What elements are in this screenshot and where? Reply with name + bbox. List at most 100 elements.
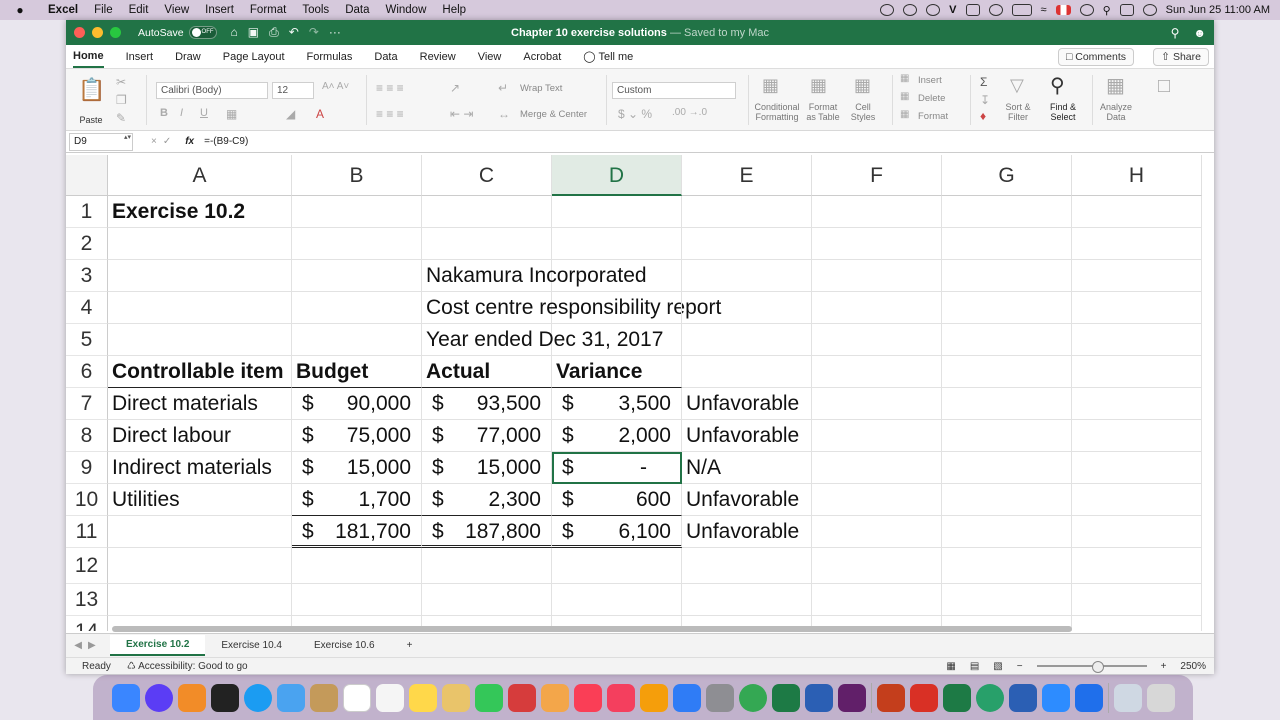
tab-home[interactable]: Home xyxy=(73,46,104,68)
orientation-icon[interactable]: ↗ xyxy=(450,81,460,95)
fill-icon[interactable]: ↧ xyxy=(980,93,990,107)
siri-icon[interactable] xyxy=(1142,4,1157,16)
cell-a4[interactable] xyxy=(108,292,292,324)
tab-page-layout[interactable]: Page Layout xyxy=(223,47,285,67)
row-header[interactable]: 4 xyxy=(66,292,108,324)
cell-f11[interactable] xyxy=(812,516,942,548)
calendar-icon[interactable] xyxy=(342,683,371,712)
cell-a12[interactable] xyxy=(108,548,292,584)
cell-g8[interactable] xyxy=(942,420,1072,452)
cell-a9[interactable]: Indirect materials xyxy=(108,452,292,484)
app-icon[interactable] xyxy=(975,683,1004,712)
cell-h1[interactable] xyxy=(1072,196,1202,228)
sync-icon[interactable] xyxy=(926,4,941,16)
tab-view[interactable]: View xyxy=(478,47,502,67)
cell-c13[interactable] xyxy=(422,584,552,616)
row-header[interactable]: 3 xyxy=(66,260,108,292)
launchpad-icon[interactable] xyxy=(177,683,206,712)
flag-icon[interactable] xyxy=(1055,5,1071,15)
tab-formulas[interactable]: Formulas xyxy=(307,47,353,67)
books-icon[interactable] xyxy=(639,683,668,712)
cell-d10[interactable]: $600 xyxy=(552,484,682,516)
paste-label[interactable]: Paste xyxy=(74,115,108,125)
cell-h13[interactable] xyxy=(1072,584,1202,616)
row-header[interactable]: 9 xyxy=(66,452,108,484)
record-icon[interactable] xyxy=(988,4,1003,16)
cell-c7[interactable]: $93,500 xyxy=(422,388,552,420)
align-left-icon[interactable]: ≡ ≡ ≡ xyxy=(376,107,404,121)
cell-a11[interactable] xyxy=(108,516,292,548)
column-header-a[interactable]: A xyxy=(108,155,292,196)
cell-a1[interactable]: Exercise 10.2 xyxy=(108,196,292,228)
app-icon-2[interactable] xyxy=(1074,683,1103,712)
format-cells-icon[interactable]: ▦ xyxy=(900,109,909,120)
search-icon[interactable]: ⚲ xyxy=(1171,26,1180,40)
cell-c1[interactable] xyxy=(422,196,552,228)
menubar-datetime[interactable]: Sun Jun 25 11:00 AM xyxy=(1166,4,1270,16)
cell-f12[interactable] xyxy=(812,548,942,584)
select-all-corner[interactable] xyxy=(66,155,108,196)
cell-h11[interactable] xyxy=(1072,516,1202,548)
cell-b8[interactable]: $75,000 xyxy=(292,420,422,452)
tab-review[interactable]: Review xyxy=(420,47,456,67)
cell-a2[interactable] xyxy=(108,228,292,260)
cell-b1[interactable] xyxy=(292,196,422,228)
menu-file[interactable]: File xyxy=(86,4,121,16)
cell-d8[interactable]: $2,000 xyxy=(552,420,682,452)
tab-acrobat[interactable]: Acrobat xyxy=(523,47,561,67)
page-break-view-icon[interactable]: ▧ xyxy=(993,661,1002,672)
row-header[interactable]: 2 xyxy=(66,228,108,260)
find-select-label[interactable]: Find & Select xyxy=(1042,102,1084,122)
battery-icon[interactable] xyxy=(1011,4,1032,16)
indent-icon[interactable]: ⇤ ⇥ xyxy=(450,107,473,121)
cell-c10[interactable]: $2,300 xyxy=(422,484,552,516)
cell-b13[interactable] xyxy=(292,584,422,616)
cell-c2[interactable] xyxy=(422,228,552,260)
insert-cells-icon[interactable]: ▦ xyxy=(900,73,909,84)
cell-e12[interactable] xyxy=(682,548,812,584)
cell-b12[interactable] xyxy=(292,548,422,584)
share-people-icon[interactable]: ☻ xyxy=(1193,26,1206,40)
photos-icon[interactable] xyxy=(540,683,569,712)
cell-d13[interactable] xyxy=(552,584,682,616)
cell-f6[interactable] xyxy=(812,356,942,388)
finder-icon[interactable] xyxy=(111,683,140,712)
cell-g7[interactable] xyxy=(942,388,1072,420)
cell-f9[interactable] xyxy=(812,452,942,484)
cell-c5[interactable]: Year ended Dec 31, 2017 xyxy=(422,324,663,356)
cell-d1[interactable] xyxy=(552,196,682,228)
mail-icon[interactable] xyxy=(276,683,305,712)
app-store-icon[interactable] xyxy=(672,683,701,712)
cell-b6[interactable]: Budget xyxy=(292,356,422,388)
number-format-select[interactable]: Custom xyxy=(612,82,736,99)
cell-h6[interactable] xyxy=(1072,356,1202,388)
cell-styles-label[interactable]: Cell Styles xyxy=(848,102,878,122)
cell-b10[interactable]: $1,700 xyxy=(292,484,422,516)
cell-a10[interactable]: Utilities xyxy=(108,484,292,516)
cell-a6[interactable]: Controllable item xyxy=(108,356,292,388)
menu-help[interactable]: Help xyxy=(434,4,474,16)
find-select-icon[interactable]: ⚲ xyxy=(1050,73,1065,98)
cell-h5[interactable] xyxy=(1072,324,1202,356)
font-size-select[interactable]: 12 xyxy=(272,82,314,99)
row-header[interactable]: 14 xyxy=(66,616,108,631)
cell-e5[interactable] xyxy=(682,324,812,356)
format-table-icon[interactable]: ▦ xyxy=(810,75,827,96)
column-header-d[interactable]: D xyxy=(552,155,682,196)
zoom-in-button[interactable]: + xyxy=(1161,661,1167,672)
home-icon[interactable]: ⌂ xyxy=(231,25,238,40)
row-header[interactable]: 1 xyxy=(66,196,108,228)
format-table-label[interactable]: Format as Table xyxy=(804,102,842,122)
add-sheet-button[interactable]: + xyxy=(391,636,429,655)
underline-icon[interactable]: U xyxy=(200,107,208,119)
cell-d12[interactable] xyxy=(552,548,682,584)
cell-f2[interactable] xyxy=(812,228,942,260)
cell-h8[interactable] xyxy=(1072,420,1202,452)
column-header-g[interactable]: G xyxy=(942,155,1072,196)
cell-f8[interactable] xyxy=(812,420,942,452)
cell-f7[interactable] xyxy=(812,388,942,420)
fx-icon[interactable]: fx xyxy=(185,136,194,147)
control-center-icon[interactable] xyxy=(1119,4,1134,16)
apple-menu-icon[interactable]: ● xyxy=(0,3,40,17)
row-header[interactable]: 8 xyxy=(66,420,108,452)
